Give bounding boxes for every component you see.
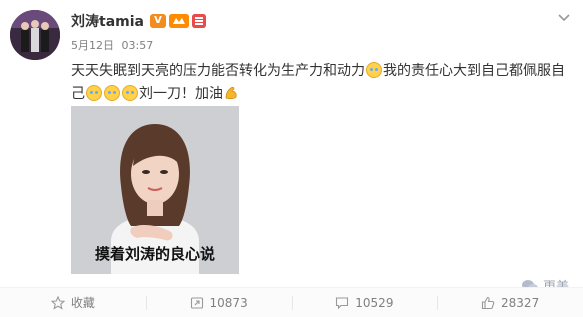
chevron-down-icon[interactable]	[557, 8, 571, 22]
post-time[interactable]: 03:57	[122, 39, 154, 52]
action-bar: 收藏 10873 10529 28327	[0, 287, 583, 317]
like-count: 28327	[501, 295, 540, 310]
laugh-cry-emoji-icon	[86, 85, 102, 101]
post-date[interactable]: 5月12日	[71, 39, 114, 52]
star-icon	[50, 295, 65, 310]
comment-button[interactable]: 10529	[291, 288, 438, 317]
repost-button[interactable]: 10873	[145, 288, 292, 317]
post-image[interactable]: 摸着刘涛的良心说	[71, 106, 239, 274]
user-name-row: 刘涛tamia V	[71, 11, 206, 31]
avatar[interactable]	[10, 10, 60, 60]
image-caption: 摸着刘涛的良心说	[94, 245, 215, 263]
badge-icon	[168, 14, 189, 28]
vip-icon: V	[149, 14, 166, 28]
weibo-post-card: 刘涛tamia V 5月12日 03:57 天天失眠到天亮的压力能否转化为生产力…	[0, 0, 583, 317]
favorite-label: 收藏	[70, 296, 95, 310]
repost-count: 10873	[209, 295, 248, 310]
like-button[interactable]: 28327	[437, 288, 583, 317]
laugh-cry-emoji-icon	[122, 85, 138, 101]
muscle-icon	[223, 85, 239, 101]
repost-icon	[190, 296, 203, 309]
username[interactable]: 刘涛tamia	[71, 11, 144, 31]
thumbs-up-icon	[481, 296, 495, 309]
favorite-button[interactable]: 收藏	[0, 288, 146, 317]
post-text: 天天失眠到天亮的压力能否转化为生产力和动力 我的责任心大到自己都佩服自 己刘一刀！…	[71, 62, 565, 102]
comment-icon	[336, 296, 349, 309]
laugh-cry-emoji-icon	[366, 62, 382, 78]
comment-count: 10529	[355, 295, 394, 310]
member-badge-icon	[191, 14, 206, 28]
post-meta: 5月12日 03:57	[71, 37, 153, 53]
laugh-cry-emoji-icon	[104, 85, 120, 101]
